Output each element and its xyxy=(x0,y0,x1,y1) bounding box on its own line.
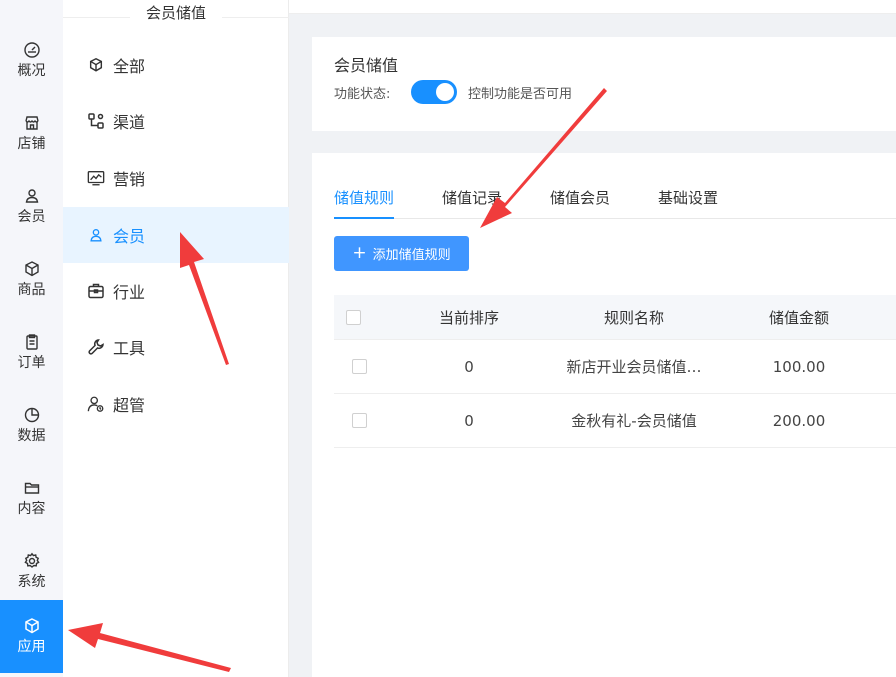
rail-item-label: 店铺 xyxy=(17,136,46,152)
add-rule-button[interactable]: + 添加储值规则 xyxy=(334,236,469,271)
sidebar-item-marketing[interactable]: 营销 xyxy=(63,150,289,206)
pie-chart-icon xyxy=(23,406,41,424)
plus-icon: + xyxy=(352,243,367,263)
tab-members[interactable]: 储值会员 xyxy=(550,187,610,219)
rail-item-system[interactable]: 系统 xyxy=(0,535,63,608)
sidebar-item-industry[interactable]: 行业 xyxy=(63,263,289,319)
store-icon xyxy=(23,114,41,132)
sidebar-item-super-admin[interactable]: 超管 xyxy=(63,376,289,432)
table-row: 0 金秋有礼-会员储值 200.00 xyxy=(334,394,896,448)
main-nav-rail: 概况 店铺 会员 商品 订单 数据 内容 系统 应用 xyxy=(0,0,63,677)
tab-records[interactable]: 储值记录 xyxy=(442,187,502,219)
row-checkbox-cell xyxy=(340,340,378,393)
rail-item-label: 会员 xyxy=(17,209,46,225)
tab-bar: 储值规则 储值记录 储值会员 基础设置 xyxy=(334,185,896,219)
header-name: 规则名称 xyxy=(603,308,664,327)
sidebar-item-all[interactable]: 全部 xyxy=(63,37,289,93)
sidebar-item-channel[interactable]: 渠道 xyxy=(63,93,289,149)
row-checkbox-cell xyxy=(340,394,378,447)
sidebar-item-label: 行业 xyxy=(113,283,146,302)
cube-icon xyxy=(87,56,105,74)
row-sort: 0 xyxy=(464,357,474,376)
header-sort: 当前排序 xyxy=(438,308,499,327)
wrench-icon xyxy=(87,338,105,356)
rail-item-goods[interactable]: 商品 xyxy=(0,243,63,316)
rail-item-label: 概况 xyxy=(17,63,46,79)
feature-header-card: 会员储值 功能状态: 控制功能是否可用 xyxy=(312,37,896,131)
cube-icon xyxy=(23,617,41,635)
row-checkbox[interactable] xyxy=(351,359,367,374)
top-bar xyxy=(289,0,896,14)
briefcase-icon xyxy=(87,282,105,300)
toggle-knob xyxy=(436,83,454,101)
sidebar-item-label: 渠道 xyxy=(113,113,146,132)
add-rule-label: 添加储值规则 xyxy=(372,248,451,263)
clipboard-icon xyxy=(23,333,41,351)
sidebar-item-label: 营销 xyxy=(113,170,146,189)
feature-toggle[interactable] xyxy=(411,80,457,104)
status-label: 功能状态: xyxy=(334,87,391,102)
rail-item-label: 商品 xyxy=(17,282,46,298)
rail-item-data[interactable]: 数据 xyxy=(0,389,63,462)
row-amount: 200.00 xyxy=(772,411,826,430)
user-icon xyxy=(23,187,41,205)
row-checkbox[interactable] xyxy=(351,413,367,428)
rail-item-label: 内容 xyxy=(17,501,46,517)
rail-item-overview[interactable]: 概况 xyxy=(0,24,63,97)
sidebar-item-label: 工具 xyxy=(113,339,146,358)
rail-item-label: 应用 xyxy=(17,639,46,655)
header-amount: 储值金额 xyxy=(768,308,829,327)
gear-icon xyxy=(23,552,41,570)
header-checkbox-cell xyxy=(334,295,372,339)
rail-item-label: 系统 xyxy=(17,574,46,590)
main-content-card: 储值规则 储值记录 储值会员 基础设置 + 添加储值规则 当前排序 规则名称 储… xyxy=(312,153,896,677)
rail-item-label: 数据 xyxy=(17,428,46,444)
box-icon xyxy=(23,260,41,278)
folder-icon xyxy=(23,479,41,497)
admin-user-icon xyxy=(87,395,105,413)
row-name: 金秋有礼-会员储值 xyxy=(571,412,697,430)
row-name: 新店开业会员储值… xyxy=(566,358,702,376)
sidebar-item-label: 会员 xyxy=(113,227,146,246)
gauge-icon xyxy=(23,41,41,59)
sidebar-title: 会员储值 xyxy=(63,2,289,24)
row-sort: 0 xyxy=(464,411,474,430)
select-all-checkbox[interactable] xyxy=(345,309,361,325)
rail-item-member[interactable]: 会员 xyxy=(0,170,63,243)
channel-icon xyxy=(87,112,105,130)
rail-item-content[interactable]: 内容 xyxy=(0,462,63,535)
rail-item-apps[interactable]: 应用 xyxy=(0,600,63,673)
page-title: 会员储值 xyxy=(334,56,399,75)
toggle-description: 控制功能是否可用 xyxy=(468,87,573,102)
rail-item-store[interactable]: 店铺 xyxy=(0,97,63,170)
user-icon xyxy=(87,226,105,244)
rail-item-label: 订单 xyxy=(17,355,46,371)
sidebar-item-member[interactable]: 会员 xyxy=(63,207,289,263)
marketing-chart-icon xyxy=(87,169,105,187)
tab-settings[interactable]: 基础设置 xyxy=(658,187,718,219)
secondary-sidebar: 会员储值 全部 渠道 营销 会员 行业 工具 超管 xyxy=(63,0,289,677)
rail-item-orders[interactable]: 订单 xyxy=(0,316,63,389)
table-row: 0 新店开业会员储值… 100.00 xyxy=(334,340,896,394)
table-header: 当前排序 规则名称 储值金额 xyxy=(334,295,896,340)
sidebar-item-tools[interactable]: 工具 xyxy=(63,319,289,375)
sidebar-item-label: 超管 xyxy=(113,396,146,415)
tab-rules[interactable]: 储值规则 xyxy=(334,187,395,219)
row-amount: 100.00 xyxy=(772,357,826,376)
sidebar-item-label: 全部 xyxy=(113,57,146,76)
rules-table: 当前排序 规则名称 储值金额 0 新店开业会员储值… 100.00 0 金秋有礼… xyxy=(334,295,896,448)
